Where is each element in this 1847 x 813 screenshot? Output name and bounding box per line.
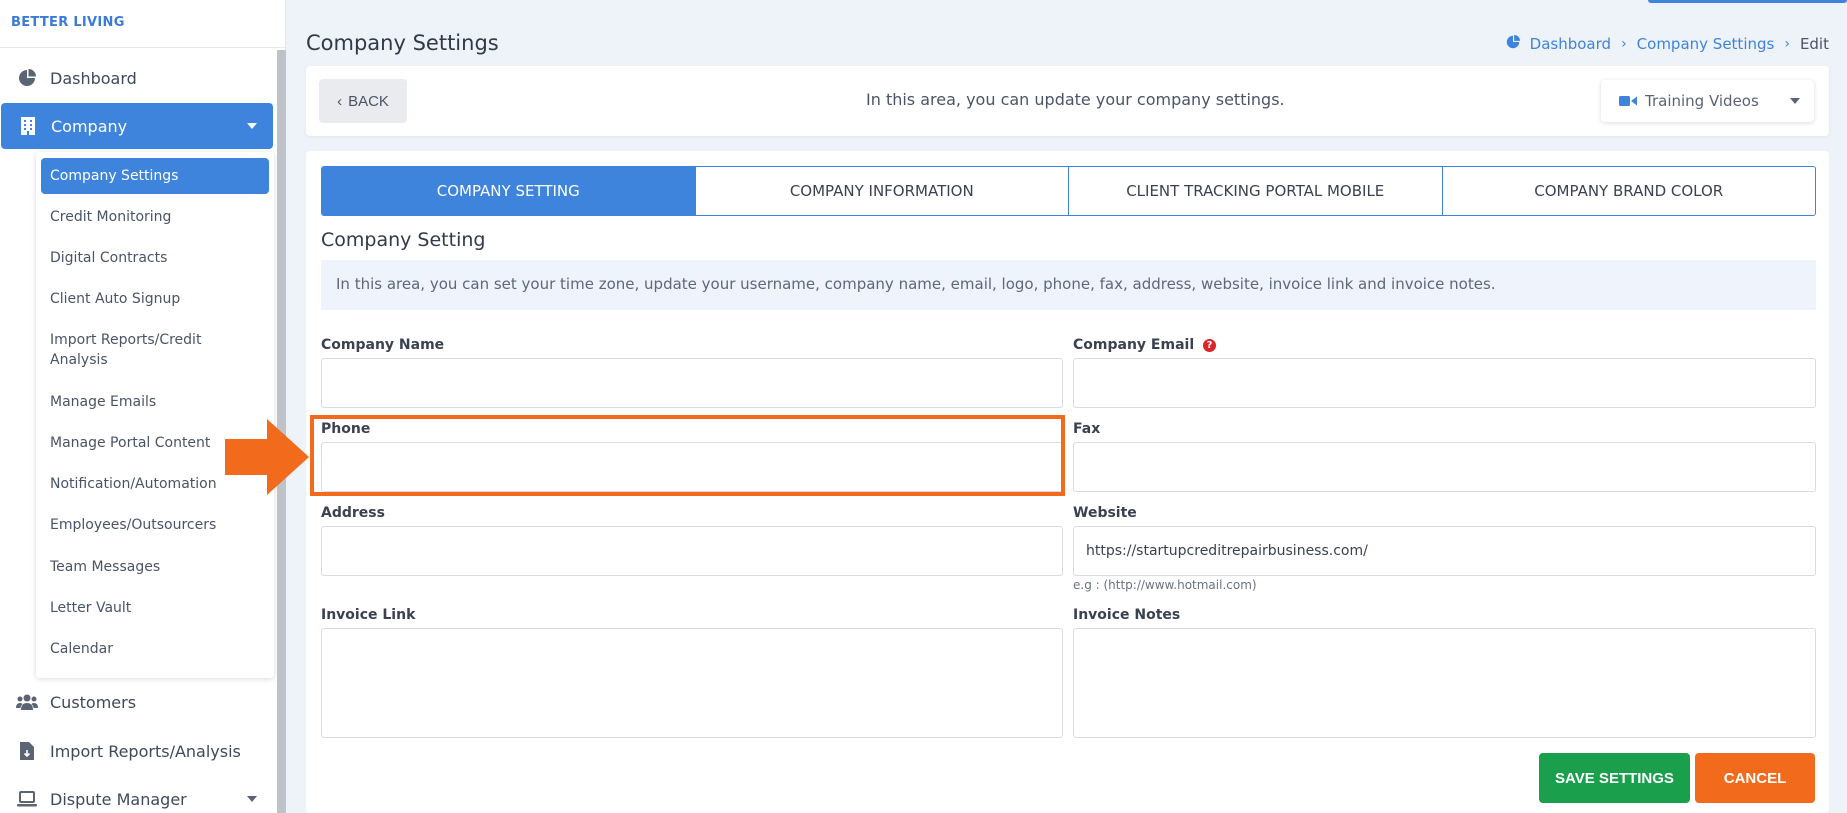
pie-chart-icon: [1506, 35, 1520, 53]
laptop-icon: [16, 788, 38, 810]
sidebar-item-customers[interactable]: Customers: [0, 679, 273, 725]
sidebar-item-label: Dispute Manager: [50, 789, 187, 809]
chevron-down-icon: [1790, 98, 1800, 104]
file-import-icon: [16, 740, 38, 762]
company-name-label: Company Name: [321, 337, 445, 353]
submenu-company-settings[interactable]: Company Settings: [41, 158, 269, 194]
company-submenu: Company Settings Credit Monitoring Digit…: [36, 152, 274, 678]
top-description: In this area, you can update your compan…: [866, 90, 1285, 109]
tab-company-information[interactable]: COMPANY INFORMATION: [696, 167, 1069, 215]
top-card: ‹ BACK In this area, you can update your…: [306, 66, 1829, 136]
submenu-digital-contracts[interactable]: Digital Contracts: [41, 240, 269, 276]
submenu-employees-outsourcers[interactable]: Employees/Outsourcers: [41, 507, 269, 543]
back-button[interactable]: ‹ BACK: [319, 79, 407, 123]
fax-input[interactable]: [1073, 442, 1816, 492]
address-label: Address: [321, 505, 385, 521]
submenu-letter-vault[interactable]: Letter Vault: [41, 590, 269, 626]
users-icon: [16, 691, 38, 713]
invoice-link-label: Invoice Link: [321, 607, 416, 623]
breadcrumb-current: Edit: [1799, 35, 1829, 53]
top-accent-bar: [1648, 0, 1847, 3]
chevron-left-icon: ‹: [337, 92, 343, 110]
sidebar-item-dispute-manager[interactable]: Dispute Manager: [0, 776, 273, 813]
sidebar-item-import-reports[interactable]: Import Reports/Analysis: [0, 728, 273, 774]
breadcrumb: Dashboard › Company Settings › Edit: [1506, 35, 1829, 53]
chevron-right-icon: ›: [1621, 36, 1627, 52]
website-label: Website: [1073, 505, 1137, 521]
breadcrumb-dashboard[interactable]: Dashboard: [1530, 35, 1611, 53]
submenu-credit-monitoring[interactable]: Credit Monitoring: [41, 199, 269, 235]
website-input[interactable]: https://startupcreditrepairbusiness.com/: [1073, 526, 1816, 576]
submenu-manage-emails[interactable]: Manage Emails: [41, 384, 269, 420]
question-circle-icon[interactable]: ?: [1203, 338, 1216, 352]
chevron-down-icon: [247, 123, 257, 129]
building-icon: [17, 115, 39, 137]
submenu-import-reports[interactable]: Import Reports/Credit Analysis: [41, 322, 269, 378]
video-camera-icon: [1619, 95, 1637, 107]
fax-label: Fax: [1073, 421, 1101, 437]
sidebar-item-label: Company: [51, 116, 128, 136]
training-videos-label: Training Videos: [1645, 92, 1759, 110]
pie-chart-icon: [16, 67, 38, 89]
sidebar-item-label: Dashboard: [50, 68, 137, 88]
submenu-client-auto-signup[interactable]: Client Auto Signup: [41, 281, 269, 317]
invoice-link-textarea[interactable]: [321, 628, 1063, 738]
company-email-label: Company Email: [1073, 337, 1195, 353]
section-title: Company Setting: [321, 229, 486, 251]
submenu-team-messages[interactable]: Team Messages: [41, 549, 269, 585]
tab-company-setting[interactable]: COMPANY SETTING: [322, 167, 696, 215]
invoice-notes-label: Invoice Notes: [1073, 607, 1181, 623]
tab-company-brand-color[interactable]: COMPANY BRAND COLOR: [1443, 167, 1816, 215]
address-input[interactable]: [321, 526, 1063, 576]
brand-logo[interactable]: BETTER LIVING: [0, 0, 285, 48]
breadcrumb-company-settings[interactable]: Company Settings: [1637, 35, 1775, 53]
sidebar-item-label: Customers: [50, 692, 137, 712]
sidebar-item-company[interactable]: Company: [1, 103, 273, 149]
invoice-notes-textarea[interactable]: [1073, 628, 1816, 738]
submenu-calendar[interactable]: Calendar: [41, 631, 269, 667]
settings-tabs: COMPANY SETTING COMPANY INFORMATION CLIE…: [321, 166, 1816, 216]
company-email-label-wrap: Company Email ?: [1073, 337, 1216, 353]
sidebar-item-label: Import Reports/Analysis: [50, 741, 241, 761]
company-name-input[interactable]: [321, 358, 1063, 408]
back-button-label: BACK: [348, 92, 389, 110]
arrow-right-icon: [225, 419, 309, 499]
website-hint: e.g : (http://www.hotmail.com): [1073, 578, 1257, 592]
company-email-input[interactable]: [1073, 358, 1816, 408]
tab-client-tracking-portal-mobile[interactable]: CLIENT TRACKING PORTAL MOBILE: [1069, 167, 1443, 215]
save-settings-button[interactable]: SAVE SETTINGS: [1539, 753, 1690, 803]
phone-highlight-box: [310, 415, 1065, 496]
cancel-button[interactable]: CANCEL: [1695, 753, 1815, 803]
page-title: Company Settings: [306, 31, 499, 55]
info-box: In this area, you can set your time zone…: [321, 260, 1816, 310]
sidebar-item-dashboard[interactable]: Dashboard: [0, 55, 273, 101]
chevron-right-icon: ›: [1784, 36, 1790, 52]
chevron-down-icon: [247, 796, 257, 802]
sidebar: BETTER LIVING Dashboard Company Company …: [0, 0, 286, 813]
training-videos-dropdown[interactable]: Training Videos: [1601, 80, 1814, 122]
